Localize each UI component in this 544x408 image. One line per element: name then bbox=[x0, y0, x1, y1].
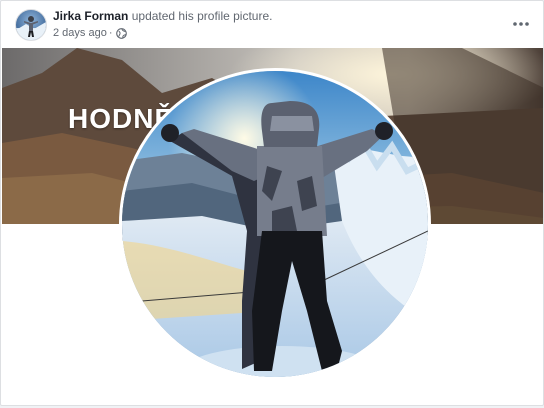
profile-picture[interactable] bbox=[119, 68, 431, 380]
post-timestamp[interactable]: 2 days ago bbox=[53, 27, 107, 39]
globe-icon[interactable] bbox=[115, 27, 127, 39]
post-card: Jirka Forman updated his profile picture… bbox=[0, 0, 544, 406]
post-header: Jirka Forman updated his profile picture… bbox=[1, 1, 543, 48]
author-name-link[interactable]: Jirka Forman bbox=[53, 9, 128, 23]
more-options-icon[interactable] bbox=[509, 14, 533, 34]
post-meta: 2 days ago · bbox=[53, 27, 127, 39]
author-avatar[interactable] bbox=[15, 9, 47, 41]
meta-separator: · bbox=[108, 27, 113, 39]
post-action-text: updated his profile picture. bbox=[131, 9, 273, 23]
post-title: Jirka Forman updated his profile picture… bbox=[53, 9, 272, 23]
